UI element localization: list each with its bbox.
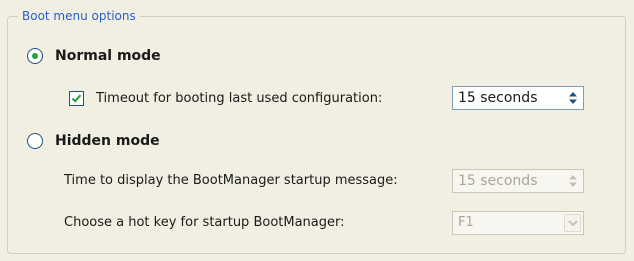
normal-mode-label: Normal mode bbox=[55, 48, 161, 64]
spin-arrows-icon[interactable] bbox=[567, 173, 579, 189]
hidden-mode-label: Hidden mode bbox=[55, 133, 160, 149]
timeout-checkbox[interactable] bbox=[69, 90, 84, 106]
display-time-spinbox[interactable]: 15 seconds bbox=[452, 169, 584, 193]
hot-key-value: F1 bbox=[458, 215, 474, 230]
radio-selected-dot bbox=[32, 53, 38, 59]
timeout-checkbox-label: Timeout for booting last used configurat… bbox=[96, 90, 383, 106]
normal-mode-radio[interactable]: Normal mode bbox=[27, 45, 161, 67]
hot-key-dropdown[interactable]: F1 bbox=[452, 211, 584, 235]
timeout-seconds-value: 15 seconds bbox=[458, 90, 538, 106]
checkmark-icon bbox=[71, 94, 82, 103]
hot-key-label: Choose a hot key for startup BootManager… bbox=[64, 215, 345, 230]
timeout-checkbox-row[interactable]: Timeout for booting last used configurat… bbox=[69, 88, 382, 108]
hidden-mode-radio-button[interactable] bbox=[27, 133, 43, 149]
timeout-seconds-spinbox[interactable]: 15 seconds bbox=[452, 86, 584, 110]
hidden-mode-radio[interactable]: Hidden mode bbox=[27, 130, 160, 152]
chevron-down-icon bbox=[568, 220, 578, 227]
dropdown-button[interactable] bbox=[564, 214, 581, 232]
display-time-value: 15 seconds bbox=[458, 173, 538, 189]
group-title: Boot menu options bbox=[18, 8, 140, 24]
normal-mode-radio-button[interactable] bbox=[27, 48, 43, 64]
spin-arrows-icon[interactable] bbox=[567, 90, 579, 106]
display-time-label: Time to display the BootManager startup … bbox=[64, 173, 398, 188]
